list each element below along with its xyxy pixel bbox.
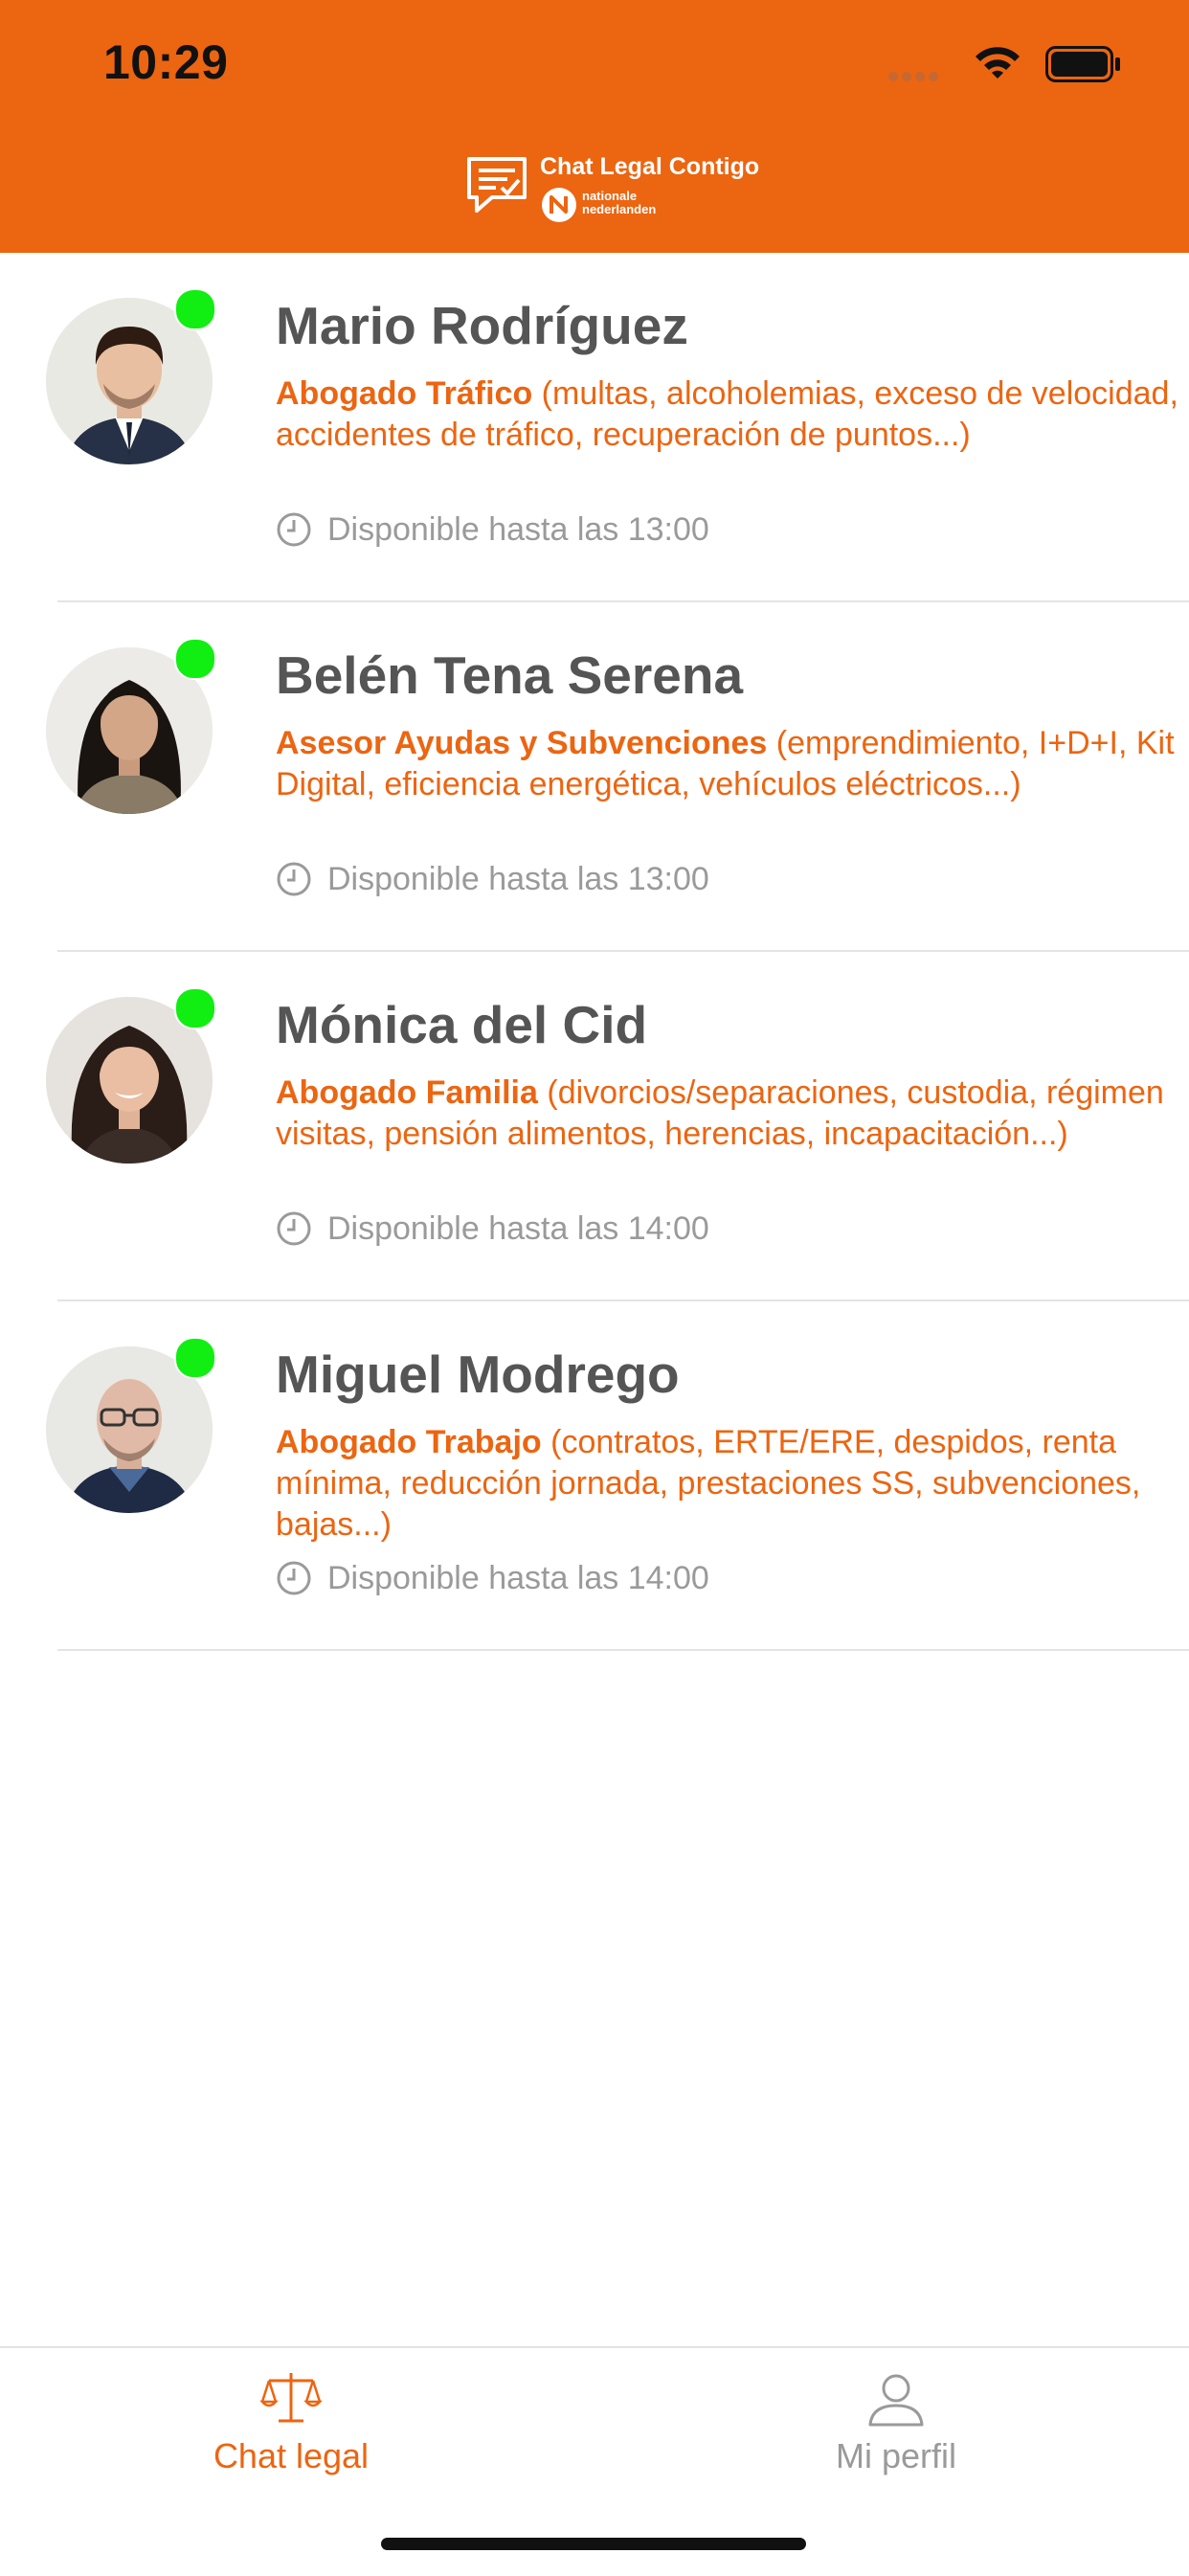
availability-text: Disponible hasta las 13:00 (327, 511, 709, 548)
availability-text: Disponible hasta las 14:00 (327, 1210, 709, 1247)
online-status-dot (174, 638, 216, 680)
lawyer-row[interactable]: Belén Tena Serena Asesor Ayudas y Subven… (46, 602, 1189, 952)
clock-icon (277, 1211, 311, 1246)
lawyer-row[interactable]: Mónica del Cid Abogado Familia (divorcio… (46, 952, 1189, 1301)
lawyer-name: Mario Rodríguez (276, 296, 688, 355)
home-indicator[interactable] (381, 2538, 806, 2550)
clock-icon (277, 1561, 311, 1595)
nn-logo-icon (542, 188, 576, 222)
cellular-signal-icon (888, 69, 944, 81)
lawyer-name: Belén Tena Serena (276, 645, 744, 705)
lawyer-row[interactable]: Miguel Modrego Abogado Trabajo (contrato… (46, 1301, 1189, 1651)
logo-subtitle-line1: nationale (582, 189, 638, 203)
lawyer-specialty: Abogado Familia (276, 1074, 538, 1111)
lawyer-specialty: Asesor Ayudas y Subvenciones (276, 725, 768, 761)
tab-mi-perfil-label: Mi perfil (835, 2436, 957, 2475)
wifi-icon (976, 47, 1020, 79)
online-status-dot (174, 1337, 216, 1379)
status-indicators (888, 44, 1128, 82)
lawyer-description: Asesor Ayudas y Subvenciones (emprendimi… (276, 723, 1189, 805)
lawyer-specialty: Abogado Trabajo (276, 1424, 542, 1460)
chat-document-check-icon (467, 157, 527, 213)
logo-title: Chat Legal Contigo (540, 153, 760, 180)
lawyer-description: Abogado Tráfico (multas, alcoholemias, e… (276, 373, 1189, 456)
tab-chat-legal-label: Chat legal (213, 2436, 370, 2475)
lawyer-description: Abogado Familia (divorcios/separaciones,… (276, 1073, 1189, 1155)
tab-mi-perfil[interactable]: Mi perfil (752, 2367, 1040, 2476)
app-logo: Chat Legal Contigo nationale nederlanden (463, 153, 760, 226)
online-status-dot (174, 987, 216, 1029)
clock-icon (277, 512, 311, 547)
availability: Disponible hasta las 13:00 (276, 511, 709, 549)
lawyer-specialty: Abogado Tráfico (276, 375, 533, 412)
availability: Disponible hasta las 14:00 (276, 1210, 709, 1248)
app-header: 10:29 Chat Legal Contigo nationale neder (0, 0, 1189, 253)
lawyer-description: Abogado Trabajo (contratos, ERTE/ERE, de… (276, 1422, 1189, 1546)
lawyer-list: Mario Rodríguez Abogado Tráfico (multas,… (0, 253, 1189, 1651)
availability: Disponible hasta las 13:00 (276, 861, 709, 898)
availability-text: Disponible hasta las 14:00 (327, 1560, 709, 1596)
clock-icon (277, 862, 311, 896)
status-time: 10:29 (103, 35, 229, 89)
scales-of-justice-icon (259, 2373, 323, 2423)
lawyer-row[interactable]: Mario Rodríguez Abogado Tráfico (multas,… (46, 253, 1189, 602)
lawyer-name: Mónica del Cid (276, 995, 648, 1054)
online-status-dot (174, 288, 216, 330)
availability-text: Disponible hasta las 13:00 (327, 861, 709, 897)
person-icon (868, 2374, 924, 2427)
availability: Disponible hasta las 14:00 (276, 1560, 709, 1597)
logo-subtitle-line2: nederlanden (582, 202, 657, 216)
lawyer-name: Miguel Modrego (276, 1344, 680, 1404)
battery-icon (1045, 46, 1120, 82)
tab-chat-legal[interactable]: Chat legal (147, 2367, 435, 2476)
logo-subtitle: nationale nederlanden (582, 190, 656, 216)
